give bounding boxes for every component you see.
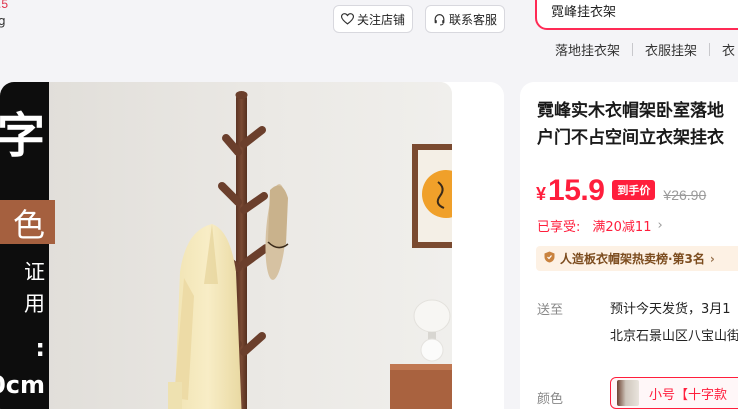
hot-word-link[interactable]: 落地挂衣架 — [555, 40, 620, 59]
follow-store-label: 关注店铺 — [356, 12, 405, 27]
color-option-thumbnail — [617, 380, 639, 406]
headset-icon — [433, 13, 446, 26]
follow-store-button[interactable]: 关注店铺 — [333, 5, 413, 33]
band-text: 字 — [0, 108, 45, 164]
product-title: 霓峰实木衣帽架卧室落地 户门不占空间立衣架挂衣 — [537, 98, 738, 152]
price-currency: ¥ — [536, 184, 547, 204]
coat-rack-illustration — [0, 82, 452, 409]
price-row: ¥ 15.9 到手价 ¥26.90 — [536, 174, 706, 208]
divider — [632, 43, 634, 56]
shipping-address[interactable]: 北京石景山区八宝山街 — [610, 325, 738, 344]
promo-text-band: 字 色 证 用 : 0cm — [0, 82, 55, 409]
chevron-right-icon: › — [709, 251, 715, 266]
final-price: 15.9 — [548, 174, 605, 207]
hot-word-link[interactable]: 衣 — [722, 40, 735, 59]
color-option-selected[interactable]: 小号【十字款 — [610, 377, 738, 409]
hot-search-words: 落地挂衣架 衣服挂架 衣 — [555, 40, 735, 59]
promotion-row[interactable]: 已享受: 满20减11 › — [537, 216, 663, 235]
corner-price-fragment: .5 — [0, 0, 9, 11]
band-text: : — [35, 334, 45, 362]
color-option-label: 小号【十字款 — [649, 387, 728, 403]
divider — [709, 43, 711, 56]
product-main-image[interactable]: 字 色 证 用 : 0cm — [0, 82, 452, 409]
original-price: ¥26.90 — [663, 187, 707, 203]
search-query: 霓峰挂衣架 — [551, 5, 617, 20]
product-title-line: 户门不占空间立衣架挂衣 — [537, 128, 724, 148]
band-text: 色 — [12, 206, 45, 244]
heart-icon — [340, 13, 354, 25]
corner-text-fragment: g — [0, 14, 6, 28]
contact-service-button[interactable]: 联系客服 — [425, 5, 505, 33]
color-label: 颜色 — [537, 392, 564, 407]
shield-icon — [544, 251, 555, 266]
final-price-badge: 到手价 — [612, 180, 656, 200]
contact-service-label: 联系客服 — [448, 12, 497, 27]
product-gallery: 字 色 证 用 : 0cm — [0, 82, 504, 409]
band-text: 用 — [24, 292, 45, 316]
search-input[interactable]: 霓峰挂衣架 — [535, 0, 738, 30]
shipping-estimate: 预计今天发货，3月1 — [610, 302, 731, 317]
product-info-card: 霓峰实木衣帽架卧室落地 户门不占空间立衣架挂衣 ¥ 15.9 到手价 ¥26.9… — [520, 82, 738, 409]
promotion-value: 满20减11 — [592, 220, 652, 235]
band-text: 证 — [24, 260, 45, 284]
bestseller-rank-text: 人造板衣帽架热卖榜·第3名 — [560, 252, 705, 266]
hot-word-link[interactable]: 衣服挂架 — [645, 40, 697, 59]
band-text: 0cm — [0, 371, 45, 399]
product-title-line: 霓峰实木衣帽架卧室落地 — [537, 101, 724, 121]
promotion-label: 已享受: — [537, 220, 581, 235]
bestseller-rank-badge[interactable]: 人造板衣帽架热卖榜·第3名 › — [536, 246, 738, 271]
chevron-right-icon: › — [657, 218, 663, 233]
shipping-label: 送至 — [537, 303, 564, 318]
